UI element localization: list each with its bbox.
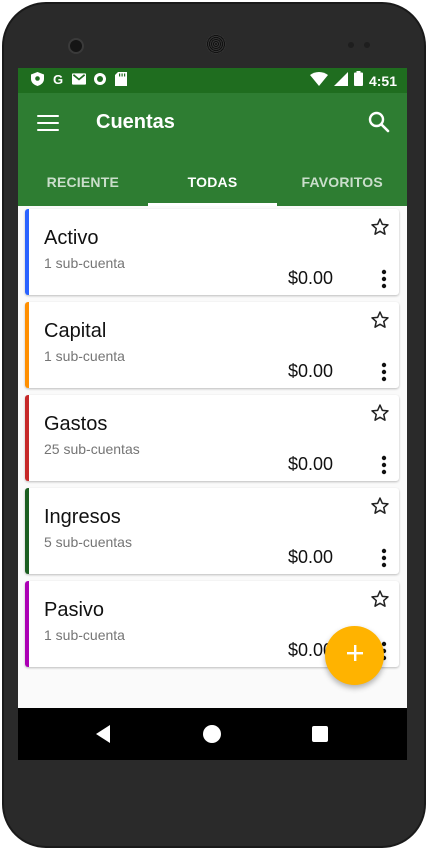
- proximity-sensor: [348, 42, 354, 48]
- gmail-icon: [72, 72, 86, 86]
- account-name: Capital: [44, 320, 107, 342]
- account-subaccount-count: 1 sub-cuenta: [44, 627, 125, 643]
- account-name: Ingresos: [44, 506, 121, 528]
- more-vert-icon[interactable]: [377, 455, 391, 475]
- menu-icon[interactable]: [37, 115, 59, 133]
- account-card-activo[interactable]: Activo 1 sub-cuenta $0.00: [25, 209, 399, 295]
- recent-apps-icon[interactable]: [312, 726, 328, 742]
- star-outline-icon[interactable]: [370, 496, 390, 516]
- account-balance: $0.00: [287, 268, 333, 288]
- more-vert-icon[interactable]: [377, 362, 391, 382]
- account-subaccount-count: 1 sub-cuenta: [44, 255, 125, 271]
- more-vert-icon[interactable]: [377, 548, 391, 568]
- page-title: Cuentas: [96, 111, 175, 133]
- account-color-stripe: [25, 209, 29, 295]
- home-icon[interactable]: [203, 725, 221, 743]
- back-icon[interactable]: [94, 724, 114, 744]
- star-outline-icon[interactable]: [370, 310, 390, 330]
- light-sensor: [364, 42, 370, 48]
- account-card-capital[interactable]: Capital 1 sub-cuenta $0.00: [25, 302, 399, 388]
- google-icon: G: [52, 71, 64, 87]
- account-subaccount-count: 5 sub-cuentas: [44, 534, 132, 550]
- screen: G 4:51 Cuentas RECIENTE TODAS FAVORITOS …: [18, 68, 407, 760]
- account-name: Activo: [44, 227, 99, 249]
- status-bar: G 4:51: [18, 68, 407, 93]
- account-name: Pasivo: [44, 599, 105, 621]
- account-balance: $0.00: [287, 547, 333, 567]
- account-card-gastos[interactable]: Gastos 25 sub-cuentas $0.00: [25, 395, 399, 481]
- navigation-bar: [18, 708, 407, 760]
- shield-icon: [30, 72, 44, 86]
- tab-todas[interactable]: TODAS: [147, 168, 278, 206]
- star-outline-icon[interactable]: [370, 403, 390, 423]
- plus-icon: [346, 644, 364, 667]
- sd-card-icon: [114, 72, 128, 86]
- earpiece-speaker: [206, 34, 226, 54]
- add-account-button[interactable]: [325, 626, 384, 685]
- status-time: 4:51: [368, 73, 397, 89]
- circle-icon: [93, 72, 107, 86]
- app-bar: Cuentas RECIENTE TODAS FAVORITOS: [18, 93, 407, 206]
- tab-reciente[interactable]: RECIENTE: [18, 168, 148, 206]
- account-card-ingresos[interactable]: Ingresos 5 sub-cuentas $0.00: [25, 488, 399, 574]
- tab-favoritos[interactable]: FAVORITOS: [277, 168, 407, 206]
- search-icon[interactable]: [367, 110, 391, 134]
- account-subaccount-count: 1 sub-cuenta: [44, 348, 125, 364]
- star-outline-icon[interactable]: [370, 589, 390, 609]
- account-balance: $0.00: [287, 454, 333, 474]
- account-color-stripe: [25, 395, 29, 481]
- star-outline-icon[interactable]: [370, 217, 390, 237]
- more-vert-icon[interactable]: [377, 269, 391, 289]
- tab-bar: RECIENTE TODAS FAVORITOS: [18, 168, 407, 206]
- front-camera: [68, 38, 84, 54]
- battery-icon: [353, 71, 363, 91]
- account-color-stripe: [25, 488, 29, 574]
- wifi-icon: [309, 71, 328, 91]
- account-subaccount-count: 25 sub-cuentas: [44, 441, 140, 457]
- account-balance: $0.00: [287, 361, 333, 381]
- account-color-stripe: [25, 302, 29, 388]
- signal-icon: [333, 71, 348, 91]
- account-name: Gastos: [44, 413, 108, 435]
- account-color-stripe: [25, 581, 29, 667]
